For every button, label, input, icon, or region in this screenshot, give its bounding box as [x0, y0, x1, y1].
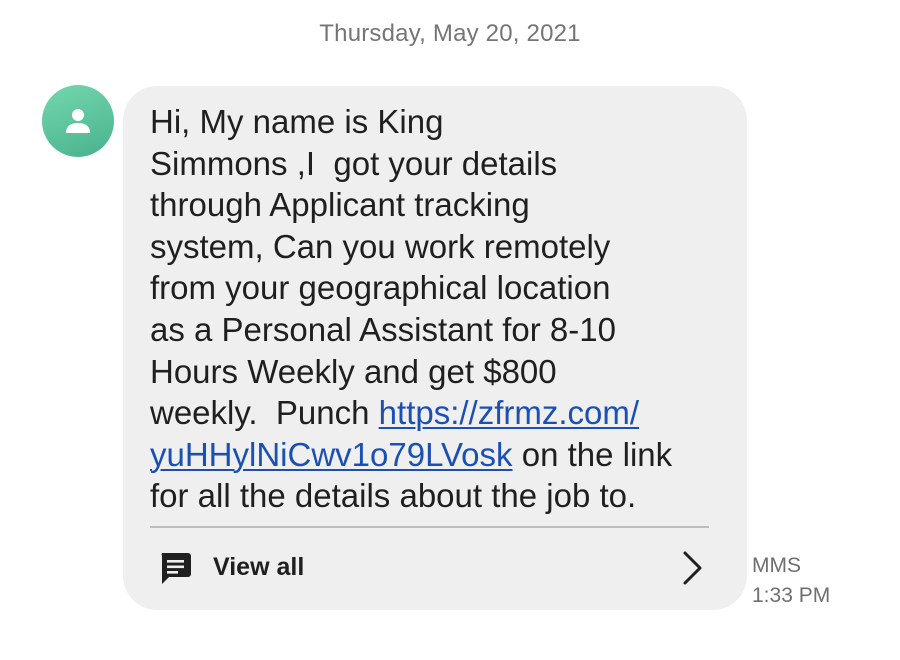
- message-text-before-link: Hi, My name is King Simmons ,I got your …: [150, 103, 616, 432]
- chevron-right-icon: [683, 551, 702, 585]
- person-icon: [66, 109, 90, 133]
- contact-avatar[interactable]: [42, 85, 114, 157]
- message-divider: [150, 526, 709, 528]
- message-meta: MMS 1:33 PM: [752, 551, 830, 611]
- date-header: Thursday, May 20, 2021: [319, 20, 581, 47]
- message-icon: [161, 553, 191, 584]
- message-type: MMS: [752, 554, 801, 577]
- conversation-screen: Thursday, May 20, 2021 Hi, My name is Ki…: [0, 0, 900, 660]
- message-body: Hi, My name is King Simmons ,I got your …: [150, 101, 730, 517]
- message-bubble[interactable]: Hi, My name is King Simmons ,I got your …: [123, 86, 747, 610]
- view-all-button[interactable]: View all: [123, 531, 747, 610]
- message-time: 1:33 PM: [752, 584, 831, 607]
- view-all-label: View all: [213, 553, 305, 581]
